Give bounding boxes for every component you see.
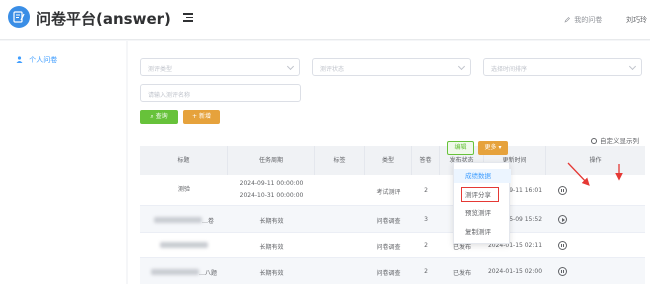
column-header-answers[interactable]: 答卷 xyxy=(412,146,440,175)
time-sort-select[interactable]: 选择时间排序 xyxy=(483,58,642,76)
pause-icon[interactable] xyxy=(558,241,567,250)
search-button[interactable]: ⌕ 查询 xyxy=(140,110,178,124)
row-type: 问卷调查 xyxy=(376,218,401,225)
app-title: 问卷平台(answer) xyxy=(36,10,171,28)
row-answers: 2 xyxy=(424,242,428,249)
main-content: 测评类型 测评状态 选择时间排序 请输入测评名称 ⌕ 查询 + 新增 自定义显示… xyxy=(128,41,650,284)
annotation-highlight-box xyxy=(461,187,499,202)
row-period: 长期有效 xyxy=(259,218,284,225)
row-type: 问卷调查 xyxy=(376,270,401,277)
assessment-name-placeholder: 请输入测评名称 xyxy=(148,92,191,99)
row-type: 问卷调查 xyxy=(376,244,401,251)
assessment-type-placeholder: 测评类型 xyxy=(148,66,173,73)
more-button[interactable]: 更多 ▾ xyxy=(478,141,508,155)
add-button[interactable]: + 新增 xyxy=(183,110,220,124)
row-updated: 2024-01-15 02:00 xyxy=(487,268,543,275)
row-title: 测验 xyxy=(177,186,190,193)
menu-item-score-data[interactable]: 成绩数据 xyxy=(454,169,511,183)
row-answers: 3 xyxy=(424,216,428,223)
assessment-type-select[interactable]: 测评类型 xyxy=(140,58,300,76)
redacted-title xyxy=(160,242,208,248)
pencil-icon xyxy=(564,17,570,23)
more-dropdown-menu: 成绩数据 测评分享 预览测评 复制测评 xyxy=(453,162,511,244)
row-type: 考试测评 xyxy=(376,189,401,196)
sidebar-item-label: 个人问卷 xyxy=(29,56,58,64)
row-period-end: 2024-10-31 00:00:00 xyxy=(239,192,304,199)
column-header-period[interactable]: 任务周期 xyxy=(228,146,315,175)
pause-icon[interactable] xyxy=(558,267,567,276)
table-header: 标题 任务周期 标签 类型 答卷 发布状态 更新时间 操作 xyxy=(140,146,645,175)
plus-icon: + xyxy=(192,113,198,120)
table-row: …八题 长期有效 问卷调查 2 已发布 2024-01-15 02:00 xyxy=(140,258,645,284)
sidebar-item-personal-questionnaire[interactable]: 个人问卷 xyxy=(16,55,57,65)
row-title: …卷 xyxy=(140,216,228,225)
column-header-title[interactable]: 标题 xyxy=(140,146,228,175)
custom-columns-label: 自定义显示列 xyxy=(600,137,639,145)
gear-icon xyxy=(591,138,597,144)
edit-button[interactable]: 编辑 xyxy=(447,141,474,155)
row-period-start: 2024-09-11 00:00:00 xyxy=(239,180,304,187)
play-icon[interactable] xyxy=(558,215,567,224)
search-button-label: 查询 xyxy=(155,113,168,120)
table-row: 长期有效 问卷调查 2 已发布 2024-01-15 02:11 xyxy=(140,233,645,258)
row-title-visible: …八题 xyxy=(198,270,217,277)
table-row: 测验 2024-09-11 00:00:00 2024-10-31 00:00:… xyxy=(140,175,645,206)
table-row: …卷 长期有效 问卷调查 3 未发布 2024-05-09 15:52 xyxy=(140,206,645,233)
row-answers: 2 xyxy=(424,187,428,194)
row-title: …八题 xyxy=(140,268,228,277)
my-questionnaire-link[interactable]: 我的问卷 xyxy=(564,15,602,25)
pause-icon[interactable] xyxy=(558,186,567,195)
time-sort-placeholder: 选择时间排序 xyxy=(491,66,528,73)
menu-fold-icon[interactable] xyxy=(183,13,193,22)
redacted-title xyxy=(153,217,202,223)
assessment-status-placeholder: 测评状态 xyxy=(320,66,345,73)
row-period: 长期有效 xyxy=(259,244,284,251)
row-status: 已发布 xyxy=(452,270,471,277)
edit-document-icon xyxy=(8,6,30,28)
chevron-down-icon xyxy=(628,62,637,71)
redacted-title xyxy=(150,269,199,275)
more-button-label: 更多 xyxy=(484,144,497,151)
user-name[interactable]: 刘巧玲 xyxy=(626,15,647,25)
chevron-down-icon xyxy=(286,62,295,71)
top-header: 问卷平台(answer) 我的问卷 刘巧玲 xyxy=(0,0,650,40)
assessment-status-select[interactable]: 测评状态 xyxy=(312,58,471,76)
my-questionnaire-label: 我的问卷 xyxy=(574,16,603,24)
sidebar: 个人问卷 xyxy=(0,41,126,284)
column-header-tag[interactable]: 标签 xyxy=(315,146,365,175)
menu-item-preview-assessment[interactable]: 预览测评 xyxy=(454,206,511,220)
chevron-down-icon xyxy=(457,62,466,71)
menu-item-copy-assessment[interactable]: 复制测评 xyxy=(454,225,511,239)
row-title-visible: …卷 xyxy=(201,218,214,225)
search-icon: ⌕ xyxy=(150,113,154,120)
assessment-name-input[interactable]: 请输入测评名称 xyxy=(140,84,301,102)
chevron-down-icon: ▾ xyxy=(498,144,502,151)
assessment-table: 标题 任务周期 标签 类型 答卷 发布状态 更新时间 操作 测验 2024-09… xyxy=(140,146,645,284)
column-header-type[interactable]: 类型 xyxy=(365,146,412,175)
add-button-label: 新增 xyxy=(198,113,211,120)
row-answers: 2 xyxy=(424,268,428,275)
row-period: 长期有效 xyxy=(259,270,284,277)
row-title xyxy=(140,242,228,250)
column-header-actions: 操作 xyxy=(589,157,602,164)
user-icon xyxy=(16,56,23,63)
custom-columns-toggle[interactable]: 自定义显示列 xyxy=(591,135,639,145)
